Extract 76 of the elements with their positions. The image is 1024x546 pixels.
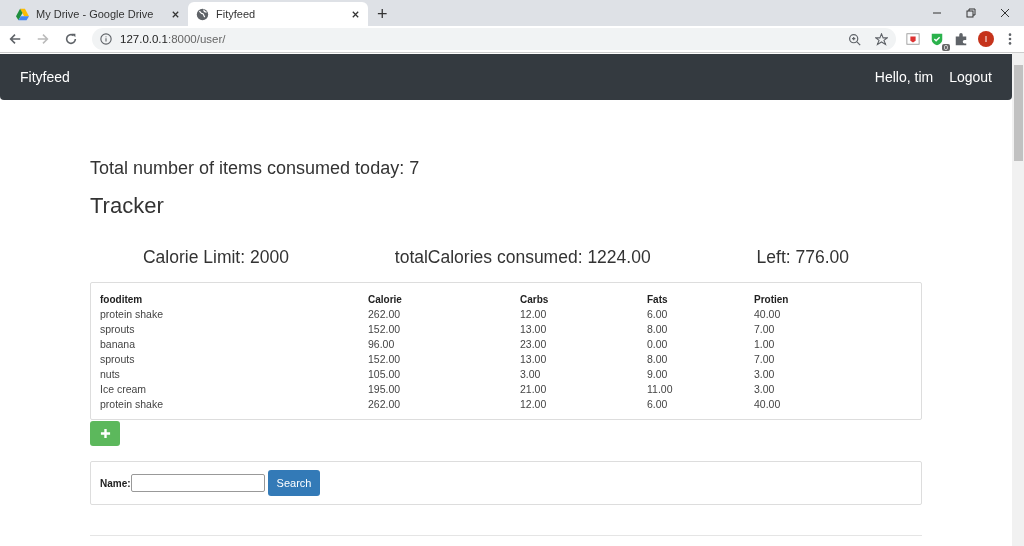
tracker-heading: Tracker [90,193,165,219]
browser-tab[interactable]: My Drive - Google Drive [8,2,188,26]
table-cell-text: 1.00 [754,338,776,351]
table-cell-text: 96.00 [368,338,396,351]
name-input[interactable] [130,474,265,492]
table-cell-text: 12.00 [520,308,548,321]
table-cell-text: 3.00 [754,383,776,396]
close-icon[interactable] [1000,8,1010,18]
table-cell-text: 3.00 [754,368,776,381]
menu-icon[interactable] [1008,32,1012,46]
stat-text: totalCalories consumed: 1224.00 [394,247,651,268]
table-cell-text: 40.00 [754,398,782,411]
table-cell-text: 21.00 [520,383,548,396]
column-header: Protien [754,293,790,306]
tab-title: Fityfeed [216,8,257,20]
stat-text: Calorie Limit: 2000 [142,247,289,268]
logout-link[interactable]: Logout [949,69,992,85]
table-cell-text: protein shake [100,308,165,321]
table-cell-text: sprouts [100,323,136,336]
zoom-icon[interactable] [848,32,861,46]
table-cell-text: 23.00 [520,338,548,351]
url-text: 127.0.0.1:8000/user/ [120,33,226,45]
shield-check-icon[interactable] [930,32,944,46]
search-button[interactable]: Search [267,470,321,496]
back-icon[interactable] [8,32,22,46]
table-cell-text: 8.00 [647,353,669,366]
table-cell-text: 8.00 [647,323,669,336]
table-cell-text: 152.00 [368,353,402,366]
table-cell-text: 195.00 [368,383,402,396]
table-cell-text: nuts [100,368,121,381]
drive-icon [16,7,29,21]
tab-title: My Drive - Google Drive [36,8,155,20]
column-header: fooditem [100,293,144,306]
stat-text: Left: 776.00 [756,247,849,268]
globe-icon [196,7,209,21]
table-cell-text: 13.00 [520,323,548,336]
table-cell-text: 6.00 [647,398,669,411]
name-label: Name: [100,477,131,489]
plus-icon [99,428,111,439]
scrollbar[interactable] [1012,53,1024,546]
table-cell-text: 3.00 [520,368,542,381]
greeting-text: Hello, tim [874,69,934,85]
info-icon [100,33,112,45]
table-cell-text: 7.00 [754,323,776,336]
table-cell-text: 262.00 [368,308,402,321]
table-cell-text: 12.00 [520,398,548,411]
table-cell-text: 13.00 [520,353,548,366]
profile-avatar[interactable]: I [978,31,994,47]
table-cell-text: banana [100,338,137,351]
column-header: Calorie [368,293,403,306]
star-icon[interactable] [875,32,888,46]
table-cell-text: 105.00 [368,368,402,381]
table-cell-text: 6.00 [647,308,669,321]
table-cell-text: 40.00 [754,308,782,321]
table-cell-text: 0.00 [647,338,669,351]
browser-tab[interactable]: Fityfeed [188,2,368,26]
table-cell-text: 152.00 [368,323,402,336]
new-tab-button[interactable]: + [368,2,397,26]
reload-icon[interactable] [64,32,78,46]
table-cell-text: 7.00 [754,353,776,366]
address-field[interactable]: 127.0.0.1:8000/user/ [92,28,896,50]
brand-link[interactable]: Fityfeed [20,69,70,85]
column-header: Carbs [520,293,550,306]
table-cell-text: Ice cream [100,383,148,396]
column-header: Fats [647,293,669,306]
restore-icon[interactable] [966,8,976,18]
close-icon[interactable] [351,9,360,19]
table-cell-text: 262.00 [368,398,402,411]
table-cell-text: protein shake [100,398,165,411]
table-cell-text: 9.00 [647,368,669,381]
table-cell-text: 11.00 [647,383,674,396]
puzzle-icon[interactable] [954,32,968,46]
summary-text: Total number of items consumed today: 7 [90,158,421,179]
extension-icon[interactable] [906,32,920,46]
table-cell-text: sprouts [100,353,136,366]
close-icon[interactable] [171,9,180,19]
